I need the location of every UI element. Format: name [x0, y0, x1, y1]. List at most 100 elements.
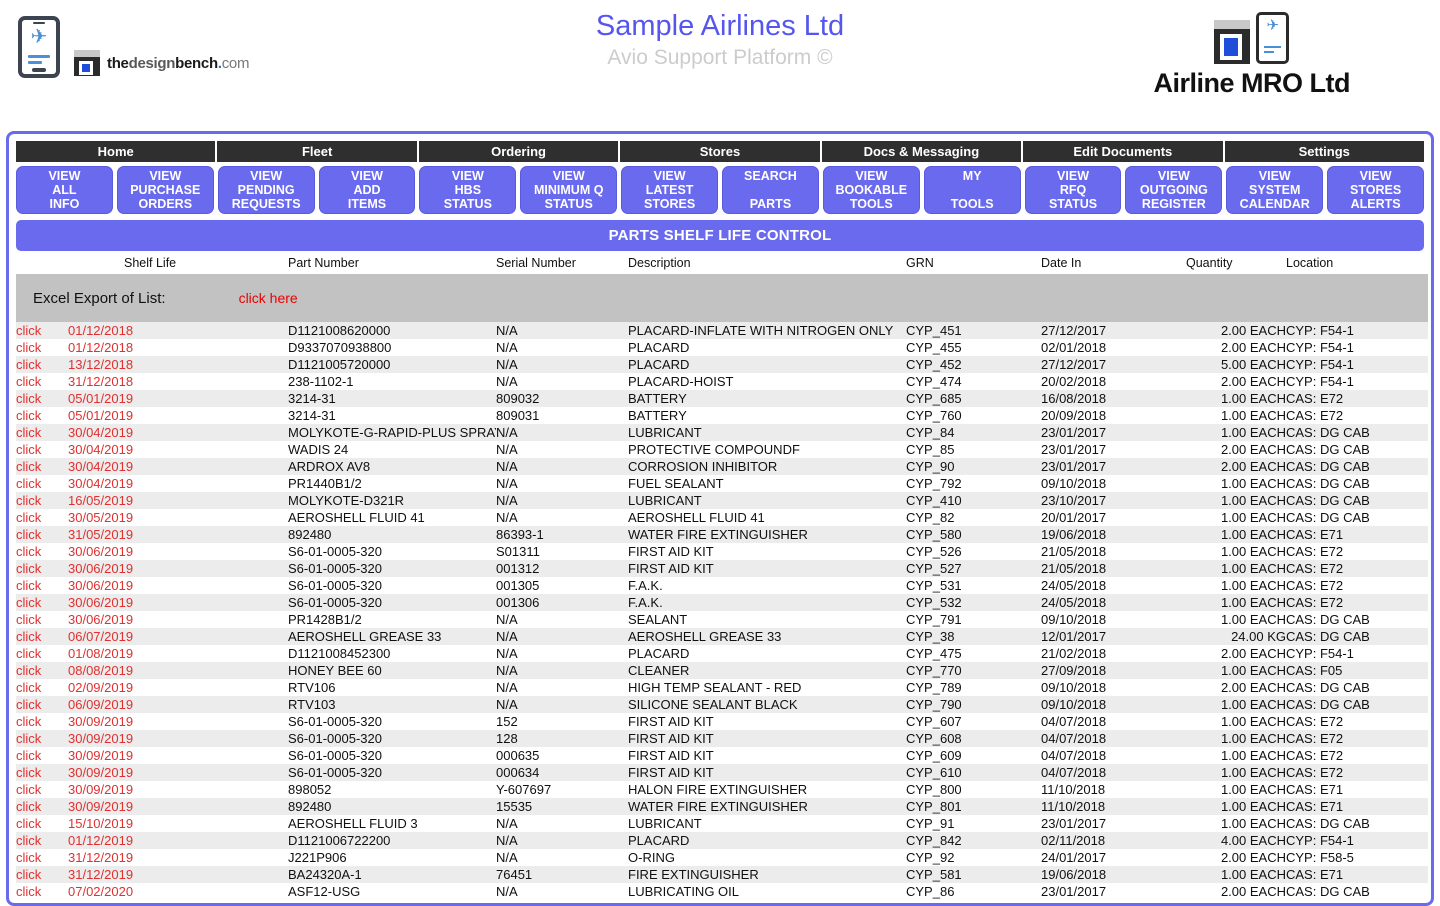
cell-description: WATER FIRE EXTINGUISHER	[628, 798, 906, 815]
table-row[interactable]: click 30/05/2019 AEROSHELL FLUID 41 N/A AERO…	[16, 509, 1428, 526]
table-row[interactable]: click 07/02/2020 ASF12-USG N/A LUBRICATING O…	[16, 883, 1428, 900]
row-click-link[interactable]: click	[16, 713, 68, 730]
table-row[interactable]: click 01/12/2019 D1121006722200 N/A PLACARD C…	[16, 832, 1428, 849]
mro-line-2	[1264, 50, 1275, 53]
toolbar-button-view-add-items[interactable]: VIEW ADD ITEMS	[318, 166, 416, 214]
table-row[interactable]: click 05/01/2019 3214-31 809032 BATTERY CYP_6…	[16, 390, 1428, 407]
row-click-link[interactable]: click	[16, 747, 68, 764]
table-row[interactable]: click 06/09/2019 RTV103 N/A SILICONE SEALANT…	[16, 696, 1428, 713]
table-row[interactable]: click 30/09/2019 S6-01-0005-320 152 FIRST AI…	[16, 713, 1428, 730]
table-row[interactable]: click 08/08/2019 HONEY BEE 60 N/A CLEANER CYP…	[16, 662, 1428, 679]
row-click-link[interactable]: click	[16, 356, 68, 373]
toolbar-button-search-parts[interactable]: SEARCH PARTS	[722, 166, 819, 214]
toolbar-button-view-all-info[interactable]: VIEW ALL INFO	[16, 166, 113, 214]
toolbar-button-view-bookable-tools[interactable]: VIEW BOOKABLE TOOLS	[822, 166, 920, 214]
row-click-link[interactable]: click	[16, 322, 68, 339]
toolbar-button-view-rfq-status[interactable]: VIEW RFQ STATUS	[1024, 166, 1122, 214]
row-click-link[interactable]: click	[16, 560, 68, 577]
nav-tab-docs-messaging[interactable]: Docs & Messaging	[822, 141, 1024, 162]
nav-tab-stores[interactable]: Stores	[620, 141, 822, 162]
table-row[interactable]: click 30/06/2019 S6-01-0005-320 001312 FIRST…	[16, 560, 1428, 577]
table-row[interactable]: click 01/12/2018 D1121008620000 N/A PLACARD-…	[16, 322, 1428, 339]
table-row[interactable]: click 15/10/2019 AEROSHELL FLUID 3 N/A LUBRI…	[16, 815, 1428, 832]
table-row[interactable]: click 16/05/2019 MOLYKOTE-D321R N/A LUBRICAN…	[16, 492, 1428, 509]
row-click-link[interactable]: click	[16, 509, 68, 526]
table-row[interactable]: click 30/09/2019 S6-01-0005-320 000635 FIRST…	[16, 747, 1428, 764]
row-click-link[interactable]: click	[16, 475, 68, 492]
row-click-link[interactable]: click	[16, 594, 68, 611]
table-row[interactable]: click 31/12/2018 238-1102-1 N/A PLACARD-HOIS…	[16, 373, 1428, 390]
table-row[interactable]: click 06/07/2019 AEROSHELL GREASE 33 N/A AER…	[16, 628, 1428, 645]
table-row[interactable]: click 30/06/2019 S6-01-0005-320 001306 F.A.K…	[16, 594, 1428, 611]
table-row[interactable]: click 30/09/2019 892480 15535 WATER FIRE EXT…	[16, 798, 1428, 815]
toolbar-button-view-minimum-q-status[interactable]: VIEW MINIMUM Q STATUS	[520, 166, 618, 214]
row-click-link[interactable]: click	[16, 424, 68, 441]
row-click-link[interactable]: click	[16, 628, 68, 645]
toolbar-button-view-outgoing-register[interactable]: VIEW OUTGOING REGISTER	[1125, 166, 1223, 214]
cell-grn: CYP_792	[906, 475, 1041, 492]
row-click-link[interactable]: click	[16, 577, 68, 594]
table-row[interactable]: click 30/04/2019 WADIS 24 N/A PROTECTIVE COM…	[16, 441, 1428, 458]
nav-tab-edit-documents[interactable]: Edit Documents	[1023, 141, 1225, 162]
row-click-link[interactable]: click	[16, 798, 68, 815]
table-row[interactable]: click 13/12/2018 D1121005720000 N/A PLACARD C…	[16, 356, 1428, 373]
row-click-link[interactable]: click	[16, 730, 68, 747]
table-row[interactable]: click 30/09/2019 S6-01-0005-320 128 FIRST AI…	[16, 730, 1428, 747]
table-row[interactable]: click 31/12/2019 BA24320A-1 76451 FIRE EXTIN…	[16, 866, 1428, 883]
nav-tab-home[interactable]: Home	[16, 141, 218, 162]
table-row[interactable]: click 02/09/2019 RTV106 N/A HIGH TEMP SEALAN…	[16, 679, 1428, 696]
table-row[interactable]: click 30/04/2019 ARDROX AV8 N/A CORROSION IN…	[16, 458, 1428, 475]
toolbar-button-view-pending-requests[interactable]: VIEW PENDING REQUESTS	[217, 166, 315, 214]
table-row[interactable]: click 01/12/2018 D9337070938800 N/A PLACARD C…	[16, 339, 1428, 356]
cell-location: CAS: E72	[1286, 594, 1428, 611]
row-click-link[interactable]: click	[16, 373, 68, 390]
row-click-link[interactable]: click	[16, 611, 68, 628]
table-row[interactable]: click 30/06/2019 PR1428B1/2 N/A SEALANT CYP_7…	[16, 611, 1428, 628]
table-row[interactable]: click 05/01/2019 3214-31 809031 BATTERY CYP_7…	[16, 407, 1428, 424]
toolbar-button-view-latest-stores[interactable]: VIEW LATEST STORES	[621, 166, 719, 214]
row-click-link[interactable]: click	[16, 645, 68, 662]
cell-description: SILICONE SEALANT BLACK	[628, 696, 906, 713]
row-click-link[interactable]: click	[16, 866, 68, 883]
row-click-link[interactable]: click	[16, 543, 68, 560]
row-click-link[interactable]: click	[16, 390, 68, 407]
row-click-link[interactable]: click	[16, 696, 68, 713]
nav-tab-ordering[interactable]: Ordering	[419, 141, 621, 162]
row-click-link[interactable]: click	[16, 832, 68, 849]
toolbar-button-line3: INFO	[49, 197, 80, 211]
table-row[interactable]: click 30/04/2019 MOLYKOTE-G-RAPID-PLUS SPR…	[16, 424, 1428, 441]
toolbar-button-line3: PARTS	[749, 197, 792, 211]
toolbar-button-my-tools[interactable]: MY TOOLS	[923, 166, 1021, 214]
row-click-link[interactable]: click	[16, 679, 68, 696]
row-click-link[interactable]: click	[16, 526, 68, 543]
toolbar-button-view-purchase-orders[interactable]: VIEW PURCHASE ORDERS	[116, 166, 214, 214]
cell-part-number: D1121008620000	[288, 322, 496, 339]
table-row[interactable]: click 30/09/2019 898052 Y-607697 HALON FIRE …	[16, 781, 1428, 798]
toolbar-button-view-hbs-status[interactable]: VIEW HBS STATUS	[419, 166, 517, 214]
table-row[interactable]: click 31/05/2019 892480 86393-1 WATER FIRE E…	[16, 526, 1428, 543]
row-click-link[interactable]: click	[16, 764, 68, 781]
row-click-link[interactable]: click	[16, 339, 68, 356]
row-click-link[interactable]: click	[16, 492, 68, 509]
row-click-link[interactable]: click	[16, 781, 68, 798]
row-click-link[interactable]: click	[16, 662, 68, 679]
table-row[interactable]: click 01/08/2019 D1121008452300 N/A PLACARD C…	[16, 645, 1428, 662]
excel-export-link[interactable]: click here	[239, 290, 298, 306]
row-click-link[interactable]: click	[16, 441, 68, 458]
table-row[interactable]: click 30/04/2019 PR1440B1/2 N/A FUEL SEALANT…	[16, 475, 1428, 492]
table-row[interactable]: click 30/06/2019 S6-01-0005-320 S01311 FIRST…	[16, 543, 1428, 560]
row-click-link[interactable]: click	[16, 883, 68, 900]
table-row[interactable]: click 31/12/2019 J221P906 N/A O-RING CYP_92 24…	[16, 849, 1428, 866]
nav-tab-settings[interactable]: Settings	[1225, 141, 1424, 162]
row-click-link[interactable]: click	[16, 815, 68, 832]
table-row[interactable]: click 30/06/2019 S6-01-0005-320 001305 F.A.K…	[16, 577, 1428, 594]
row-click-link[interactable]: click	[16, 407, 68, 424]
toolbar-button-view-stores-alerts[interactable]: VIEW STORES ALERTS	[1327, 166, 1425, 214]
row-click-link[interactable]: click	[16, 849, 68, 866]
table-row[interactable]: click 30/09/2019 S6-01-0005-320 000634 FIRST…	[16, 764, 1428, 781]
toolbar-button-view-system-calendar[interactable]: VIEW SYSTEM CALENDAR	[1226, 166, 1324, 214]
designbench-logo: thedesignbench.com	[74, 50, 249, 76]
row-click-link[interactable]: click	[16, 458, 68, 475]
tdb-bench: bench	[175, 54, 218, 72]
nav-tab-fleet[interactable]: Fleet	[217, 141, 419, 162]
